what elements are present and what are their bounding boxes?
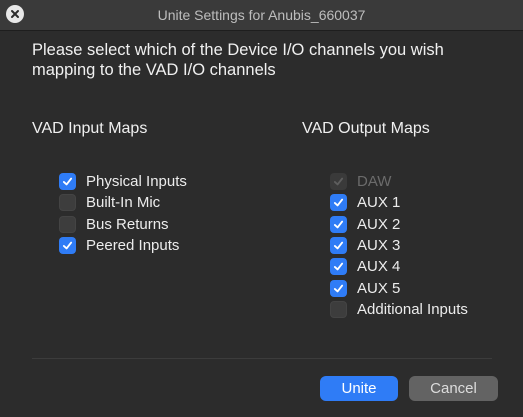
settings-dialog: Unite Settings for Anubis_660037 Please … [0,0,523,417]
title-bar: Unite Settings for Anubis_660037 [0,0,523,31]
checkbox-label: AUX 3 [357,237,401,255]
checkbox-aux-1[interactable]: AUX 1 [330,192,468,213]
checkbox-additional-inputs[interactable]: Additional Inputs [330,299,468,320]
checkbox-label: AUX 1 [357,194,401,212]
checkbox-label: DAW [357,173,392,191]
window-title: Unite Settings for Anubis_660037 [157,7,366,23]
checkbox-peered-inputs[interactable]: Peered Inputs [59,235,187,256]
checkmark-icon [333,220,344,229]
output-maps-list: DAW AUX 1 AUX 2 AUX 3 AUX 4 AUX 5 Additional I… [330,171,468,320]
checkbox-box[interactable] [330,237,347,255]
checkbox-box[interactable] [330,258,347,276]
cancel-button[interactable]: Cancel [409,376,498,401]
checkbox-label: Built-In Mic [86,194,161,212]
checkbox-label: AUX 4 [357,258,401,276]
checkmark-icon [333,177,344,186]
checkbox-daw: DAW [330,171,468,192]
close-icon [11,10,19,18]
checkmark-icon [333,262,344,271]
unite-button[interactable]: Unite [320,376,398,401]
checkmark-icon [333,284,344,292]
checkbox-label: AUX 2 [357,215,401,233]
checkbox-box[interactable] [59,215,76,233]
checkbox-box[interactable] [330,300,347,318]
checkbox-physical-inputs[interactable]: Physical Inputs [59,171,187,192]
checkbox-box [330,173,347,191]
checkbox-aux-4[interactable]: AUX 4 [330,256,468,277]
checkbox-aux-5[interactable]: AUX 5 [330,277,468,298]
checkmark-icon [62,241,73,250]
checkbox-box[interactable] [59,173,76,191]
checkbox-box[interactable] [330,279,347,297]
checkbox-label: Peered Inputs [86,237,180,255]
checkbox-bus-returns[interactable]: Bus Returns [59,214,187,235]
checkbox-box[interactable] [59,194,76,212]
checkbox-label: Additional Inputs [357,300,468,318]
checkbox-aux-3[interactable]: AUX 3 [330,235,468,256]
checkbox-label: Physical Inputs [86,173,187,191]
output-maps-heading: VAD Output Maps [302,120,430,137]
checkbox-box[interactable] [330,194,347,212]
checkbox-label: AUX 5 [357,279,401,297]
footer-divider [32,358,492,359]
close-button[interactable] [6,5,24,23]
checkmark-icon [333,199,344,207]
checkmark-icon [333,241,344,250]
checkmark-icon [62,177,73,186]
checkbox-box[interactable] [59,237,76,255]
input-maps-heading: VAD Input Maps [32,120,148,137]
checkbox-label: Bus Returns [86,215,169,233]
checkbox-box[interactable] [330,215,347,233]
instruction-text: Please select which of the Device I/O ch… [32,41,444,79]
input-maps-list: Physical Inputs Built-In Mic Bus Returns Pe… [59,171,187,256]
checkbox-aux-2[interactable]: AUX 2 [330,214,468,235]
checkbox-built-in-mic[interactable]: Built-In Mic [59,192,187,213]
